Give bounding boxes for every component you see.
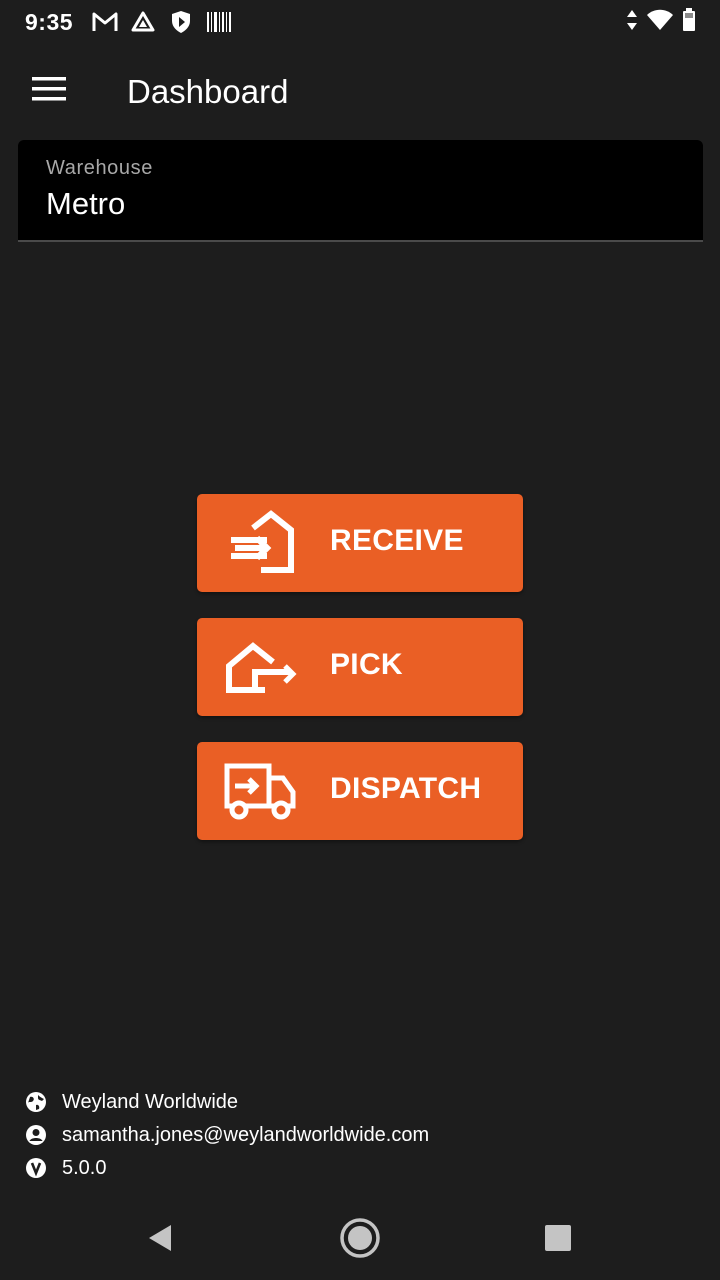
back-triangle-icon [146,1223,174,1258]
dispatch-button[interactable]: DISPATCH [197,742,523,840]
pick-house-icon [221,632,297,702]
user-row: samantha.jones@weylandworldwide.com [24,1123,429,1147]
battery-icon [682,8,696,37]
version-row: 5.0.0 [24,1156,106,1180]
system-nav-bar [0,1200,720,1280]
recents-square-icon [544,1224,572,1257]
version-icon [24,1156,48,1180]
receive-button[interactable]: RECEIVE [197,494,523,592]
globe-icon [24,1090,48,1114]
shield-play-icon [168,9,194,35]
status-bar: 9:35 [0,0,720,44]
hamburger-menu-icon [31,76,67,107]
receive-house-icon [221,508,297,578]
receive-label: RECEIVE [330,524,464,557]
company-row: Weyland Worldwide [24,1090,238,1114]
pick-button[interactable]: PICK [197,618,523,716]
gmail-icon [92,9,118,35]
user-email: samantha.jones@weylandworldwide.com [62,1123,430,1146]
status-time: 9:35 [25,9,74,35]
account-icon [24,1123,48,1147]
system-icons [626,8,696,37]
barcode-icon [206,9,232,35]
warehouse-value: Metro [46,186,126,221]
dashboard-screen: 9:35 Dashboard Warehouse Metro RECEIVE P… [0,0,720,1280]
page-title: Dashboard [127,73,289,110]
nav-recents-button[interactable] [534,1216,582,1264]
nav-back-button[interactable] [136,1216,184,1264]
notification-icons [92,9,232,35]
app-version: 5.0.0 [62,1156,107,1179]
wifi-icon [646,9,674,36]
dispatch-label: DISPATCH [330,772,482,805]
pick-label: PICK [330,648,403,681]
warehouse-select[interactable]: Warehouse Metro [18,140,703,242]
company-name: Weyland Worldwide [62,1090,239,1113]
nav-home-button[interactable] [336,1216,384,1264]
menu-button[interactable] [22,68,76,114]
drive-icon [130,9,156,35]
warehouse-label: Warehouse [46,157,153,179]
home-circle-icon [339,1217,381,1264]
app-bar: Dashboard [0,56,720,128]
data-arrows-icon [626,9,638,36]
dispatch-truck-icon [221,756,297,826]
